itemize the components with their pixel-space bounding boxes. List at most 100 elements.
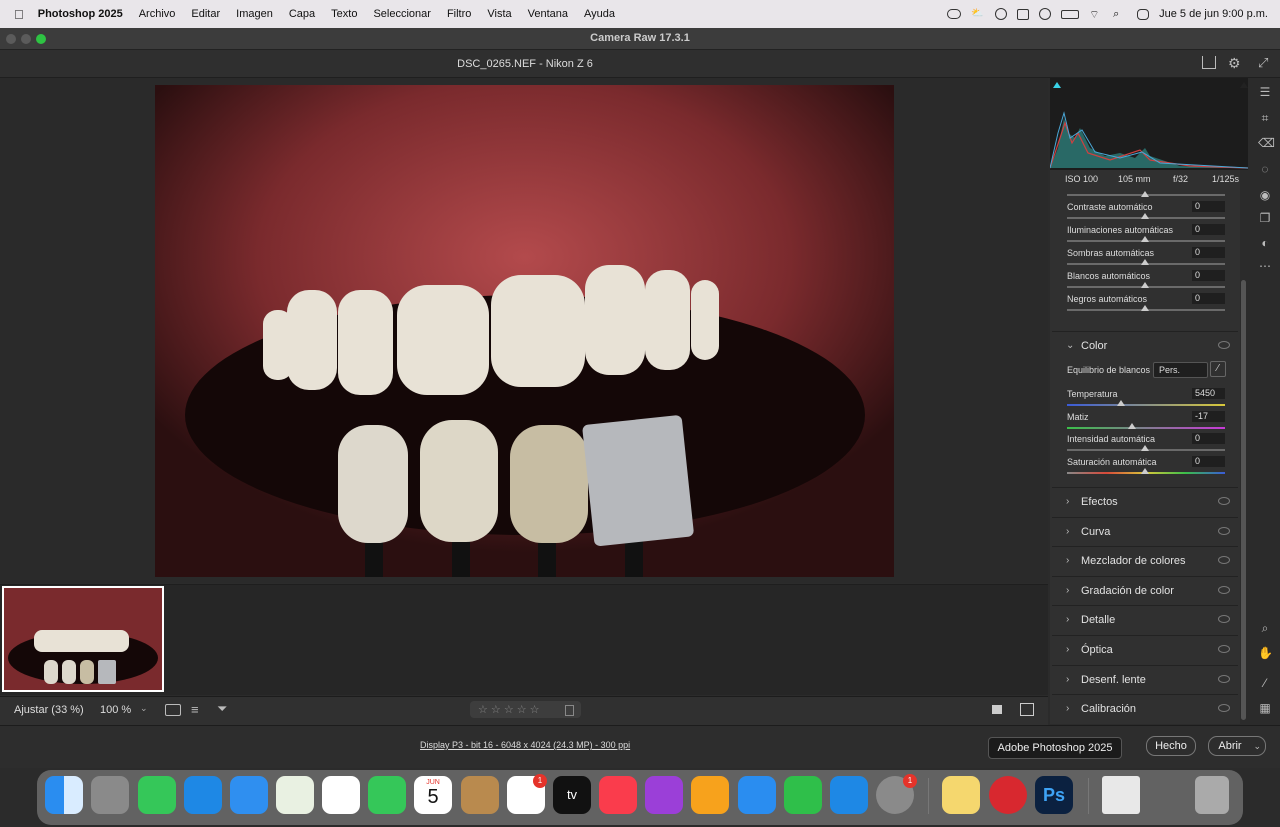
section-efectos[interactable]: › Efectos — [1052, 487, 1238, 516]
sort-icon[interactable]: ≡ — [191, 702, 199, 717]
slider-thumb[interactable] — [1141, 213, 1149, 219]
eye-icon[interactable] — [1218, 675, 1230, 683]
chevron-down-icon[interactable]: ⌄ — [140, 703, 148, 714]
slider-thumb[interactable] — [1117, 400, 1125, 406]
menu-archivo[interactable]: Archivo — [131, 8, 184, 20]
slider-value-input[interactable]: -17 — [1192, 411, 1225, 422]
section-calibracion[interactable]: › Calibración — [1052, 694, 1238, 723]
slider-thumb[interactable] — [1141, 282, 1149, 288]
menu-editar[interactable]: Editar — [183, 8, 228, 20]
save-icon[interactable] — [1202, 56, 1216, 69]
slider-value-input[interactable]: 5450 — [1192, 388, 1225, 399]
star-rating[interactable]: ☆ ☆ ☆ ☆ ☆ — [478, 703, 540, 716]
gear-icon[interactable]: ⚙ — [1228, 55, 1241, 72]
menu-ventana[interactable]: Ventana — [520, 8, 576, 20]
menu-capa[interactable]: Capa — [281, 8, 323, 20]
temperature-track[interactable] — [1067, 404, 1225, 406]
slider-value-input[interactable]: 0 — [1192, 247, 1225, 258]
menubar-clock[interactable]: Jue 5 de jun 9:00 p.m. — [1159, 8, 1268, 20]
fit-zoom-button[interactable]: Ajustar (33 %) — [14, 704, 84, 716]
crop-icon[interactable]: ⌗ — [1258, 111, 1272, 125]
eye-icon[interactable] — [1218, 645, 1230, 653]
compare-view-icon[interactable] — [1020, 703, 1034, 716]
mail-icon[interactable] — [230, 776, 268, 814]
slider-value-input[interactable]: 0 — [1192, 201, 1225, 212]
recent-document-icon[interactable] — [1102, 776, 1140, 814]
menu-imagen[interactable]: Imagen — [228, 8, 281, 20]
menu-texto[interactable]: Texto — [323, 8, 365, 20]
color-section-title[interactable]: Color — [1081, 340, 1107, 352]
section-detalle[interactable]: › Detalle — [1052, 605, 1238, 634]
menu-seleccionar[interactable]: Seleccionar — [365, 8, 438, 20]
slider-value-input[interactable]: 0 — [1192, 433, 1225, 444]
presets-icon[interactable]: ◐ — [1258, 236, 1272, 250]
eye-icon[interactable] — [1218, 497, 1230, 505]
slider-value-input[interactable]: 0 — [1192, 224, 1225, 235]
app-store-icon[interactable] — [830, 776, 868, 814]
slider-thumb[interactable] — [1141, 468, 1149, 474]
music-icon[interactable] — [599, 776, 637, 814]
trash-icon[interactable] — [565, 705, 574, 716]
apple-menu-icon[interactable]:  — [0, 7, 30, 22]
safari-icon[interactable] — [184, 776, 222, 814]
eyedropper-icon[interactable]: ⁄ — [1210, 361, 1226, 377]
zoom-tool-icon[interactable]: ⌕ — [1258, 621, 1272, 635]
podcasts-icon[interactable] — [645, 776, 683, 814]
done-button[interactable]: Hecho — [1146, 736, 1196, 756]
eye-icon[interactable] — [1218, 615, 1230, 623]
section-desenf-lente[interactable]: › Desenf. lente — [1052, 665, 1238, 694]
filter-icon[interactable]: ⏷ — [217, 701, 227, 717]
section-mezclador[interactable]: › Mezclador de colores — [1052, 546, 1238, 575]
maps-icon[interactable] — [276, 776, 314, 814]
more-icon[interactable]: ⋯ — [1258, 259, 1272, 273]
workflow-options-link[interactable]: Display P3 - bit 16 - 6048 x 4024 (24.3 … — [420, 740, 630, 750]
trash-can-icon[interactable] — [1195, 776, 1229, 814]
mask-icon[interactable]: ◌ — [1258, 162, 1272, 176]
control-center-icon[interactable] — [1137, 8, 1150, 20]
battery-icon[interactable] — [1061, 9, 1080, 19]
hand-tool-icon[interactable]: ✋ — [1258, 646, 1273, 660]
eye-icon[interactable] — [1218, 586, 1230, 594]
menu-filtro[interactable]: Filtro — [439, 8, 479, 20]
edit-sliders-icon[interactable]: ☰ — [1258, 85, 1272, 99]
airdrop-icon[interactable] — [1039, 8, 1052, 20]
weather-icon[interactable]: ⛅ — [971, 8, 985, 20]
fullscreen-icon[interactable]: ⤢ — [1258, 55, 1268, 71]
play-icon[interactable] — [995, 8, 1008, 20]
section-curva[interactable]: › Curva — [1052, 517, 1238, 546]
chevron-down-icon[interactable]: ⌄ — [1066, 340, 1074, 351]
menu-vista[interactable]: Vista — [479, 8, 519, 20]
eye-icon[interactable] — [1218, 704, 1230, 712]
window-icon[interactable] — [1017, 8, 1030, 20]
pages-icon[interactable] — [691, 776, 729, 814]
eraser-icon[interactable]: ⌫ — [1258, 136, 1275, 150]
slider-value-input[interactable]: 0 — [1192, 293, 1225, 304]
numbers-icon[interactable] — [784, 776, 822, 814]
open-button[interactable]: Abrir ⌄ — [1208, 736, 1266, 756]
red-eye-icon[interactable]: ◉ — [1258, 188, 1272, 202]
notes-icon[interactable] — [942, 776, 980, 814]
filmstrip-thumbnail[interactable] — [2, 586, 164, 692]
eye-icon[interactable] — [1218, 341, 1230, 349]
app-menu[interactable]: Photoshop 2025 — [30, 8, 131, 20]
calendar-icon[interactable]: JUN 5 — [414, 776, 452, 814]
slider-thumb[interactable] — [1141, 236, 1149, 242]
slider-thumb[interactable] — [1128, 423, 1136, 429]
eye-icon[interactable] — [1218, 556, 1230, 564]
search-icon[interactable]: ⌕ — [1113, 8, 1127, 20]
chevron-down-icon[interactable]: ⌄ — [1253, 737, 1261, 755]
slider-thumb[interactable] — [1141, 305, 1149, 311]
slider-value-input[interactable]: 0 — [1192, 456, 1225, 467]
filmstrip-options-icon[interactable] — [165, 704, 181, 716]
white-balance-select[interactable]: Pers. — [1153, 362, 1208, 378]
slider-thumb[interactable] — [1141, 445, 1149, 451]
photoshop-icon[interactable]: Ps — [1035, 776, 1073, 814]
slider-thumb[interactable] — [1141, 191, 1149, 197]
slider-thumb[interactable] — [1141, 259, 1149, 265]
grid-icon[interactable]: ▦ — [1258, 701, 1272, 715]
snapshots-icon[interactable]: ❐ — [1258, 211, 1272, 225]
messages-icon[interactable] — [138, 776, 176, 814]
single-view-icon[interactable] — [992, 705, 1002, 714]
contacts-icon[interactable] — [461, 776, 499, 814]
eye-icon[interactable] — [1218, 527, 1230, 535]
